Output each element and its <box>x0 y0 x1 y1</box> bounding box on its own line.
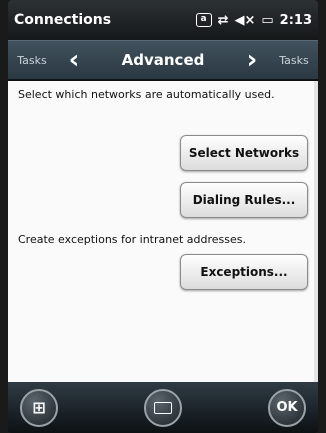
scrollbar[interactable] <box>314 81 318 382</box>
chevron-right-icon[interactable]: › <box>234 47 270 73</box>
bottom-bar: ⊞ OK <box>8 382 318 433</box>
clock[interactable]: 2:13 <box>280 13 312 28</box>
dialing-rules-button[interactable]: Dialing Rules... <box>180 182 308 218</box>
notification-icon[interactable]: a <box>195 13 212 27</box>
status-icons: a ⇄ ◀× ▭ 2:13 <box>195 13 312 28</box>
ok-button[interactable]: OK <box>268 388 306 427</box>
exceptions-description: Create exceptions for intranet addresses… <box>18 233 247 246</box>
select-networks-button[interactable]: Select Networks <box>180 135 308 171</box>
device-screen: Connections a ⇄ ◀× ▭ 2:13 Tasks ‹ Advanc… <box>8 0 318 433</box>
windows-start-button[interactable]: ⊞ <box>20 388 58 427</box>
keyboard-button[interactable] <box>144 388 182 427</box>
exceptions-button[interactable]: Exceptions... <box>180 254 308 290</box>
tab-left-tasks[interactable]: Tasks <box>8 54 56 67</box>
status-bar: Connections a ⇄ ◀× ▭ 2:13 <box>8 0 318 40</box>
chevron-left-icon[interactable]: ‹ <box>56 47 92 73</box>
tab-advanced: Advanced <box>121 51 205 69</box>
networks-description: Select which networks are automatically … <box>18 88 275 101</box>
volume-muted-icon[interactable]: ◀× <box>234 14 255 27</box>
content-area: Select which networks are automatically … <box>8 81 318 382</box>
tab-bar: Tasks ‹ Advanced › Tasks <box>8 40 318 80</box>
tab-right-tasks[interactable]: Tasks <box>270 54 318 67</box>
network-sync-icon[interactable]: ⇄ <box>218 14 229 27</box>
battery-icon[interactable]: ▭ <box>261 14 273 27</box>
app-title: Connections <box>14 12 112 28</box>
windows-logo-icon: ⊞ <box>32 398 46 417</box>
keyboard-icon <box>154 401 172 414</box>
